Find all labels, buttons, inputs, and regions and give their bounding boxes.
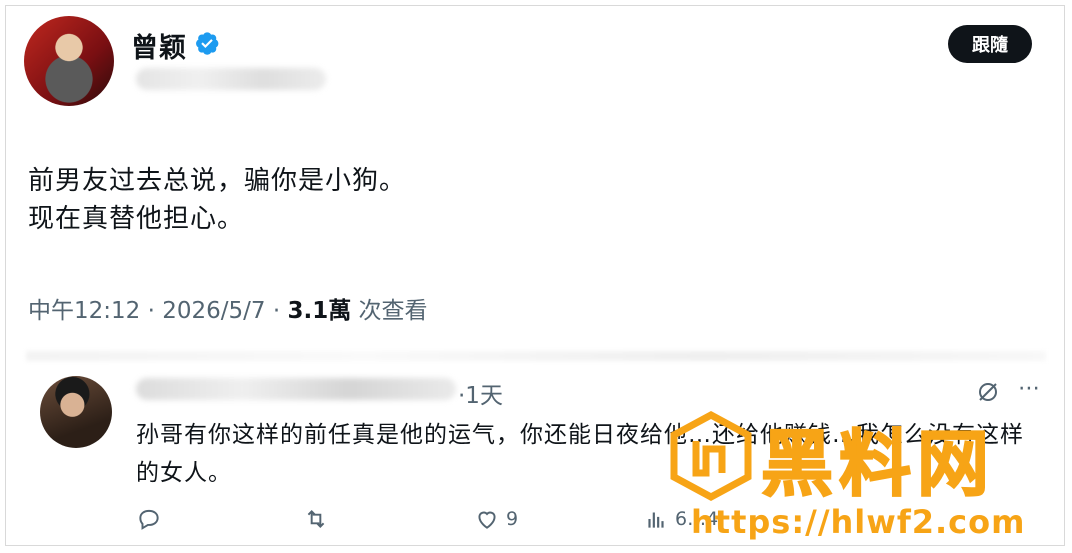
more-icon[interactable]: ⋯ [1018, 376, 1041, 401]
reply-time[interactable]: ·1天 [458, 376, 503, 410]
follow-button[interactable]: 跟隨 [948, 25, 1032, 63]
views-button[interactable]: 6…4 [643, 506, 718, 532]
reply-avatar[interactable] [40, 376, 112, 448]
post-card: 曾颖 跟隨 前男友过去总说，骗你是小狗。 现在真替他担心。 中午12:12 · … [5, 5, 1065, 546]
reply-icon [139, 509, 159, 530]
reply-button[interactable] [136, 506, 162, 532]
like-icon [478, 511, 496, 529]
views-icon [648, 512, 664, 528]
post-text-line-2: 现在真替他担心。 [28, 204, 245, 234]
divider-redacted [26, 351, 1046, 361]
like-button[interactable]: 9 [474, 506, 518, 532]
repost-button[interactable] [303, 506, 329, 532]
meta-separator: · [147, 298, 155, 324]
post-text-line-1: 前男友过去总说，骗你是小狗。 [28, 166, 407, 196]
meta-separator: · [272, 298, 281, 324]
views-count: 3.1萬 [287, 298, 352, 324]
post-meta: 中午12:12 · 2026/5/7 · 3.1萬 次查看 [28, 291, 428, 325]
post-date[interactable]: 2026/5/7 [162, 298, 265, 324]
author-name[interactable]: 曾颖 [131, 26, 187, 65]
author-handle-redacted [136, 68, 326, 90]
repost-icon [307, 510, 325, 528]
reply-action-bar: 9 6…4 [131, 506, 751, 538]
post-time[interactable]: 中午12:12 [28, 298, 140, 324]
reply-text: 孙哥有你这样的前任真是他的运气，你还能日夜给他…还给他赚钱…我怎么没有这样的女人… [136, 422, 1024, 486]
post-text: 前男友过去总说，骗你是小狗。 现在真替他担心。 [28, 162, 406, 238]
views-count: 6…4 [675, 508, 719, 530]
verified-badge-icon [196, 32, 219, 55]
grok-icon[interactable] [976, 380, 1000, 404]
author-avatar[interactable] [24, 16, 114, 106]
like-count: 9 [506, 508, 519, 530]
views-label: 次查看 [358, 298, 428, 324]
reply-author-redacted [136, 378, 456, 400]
